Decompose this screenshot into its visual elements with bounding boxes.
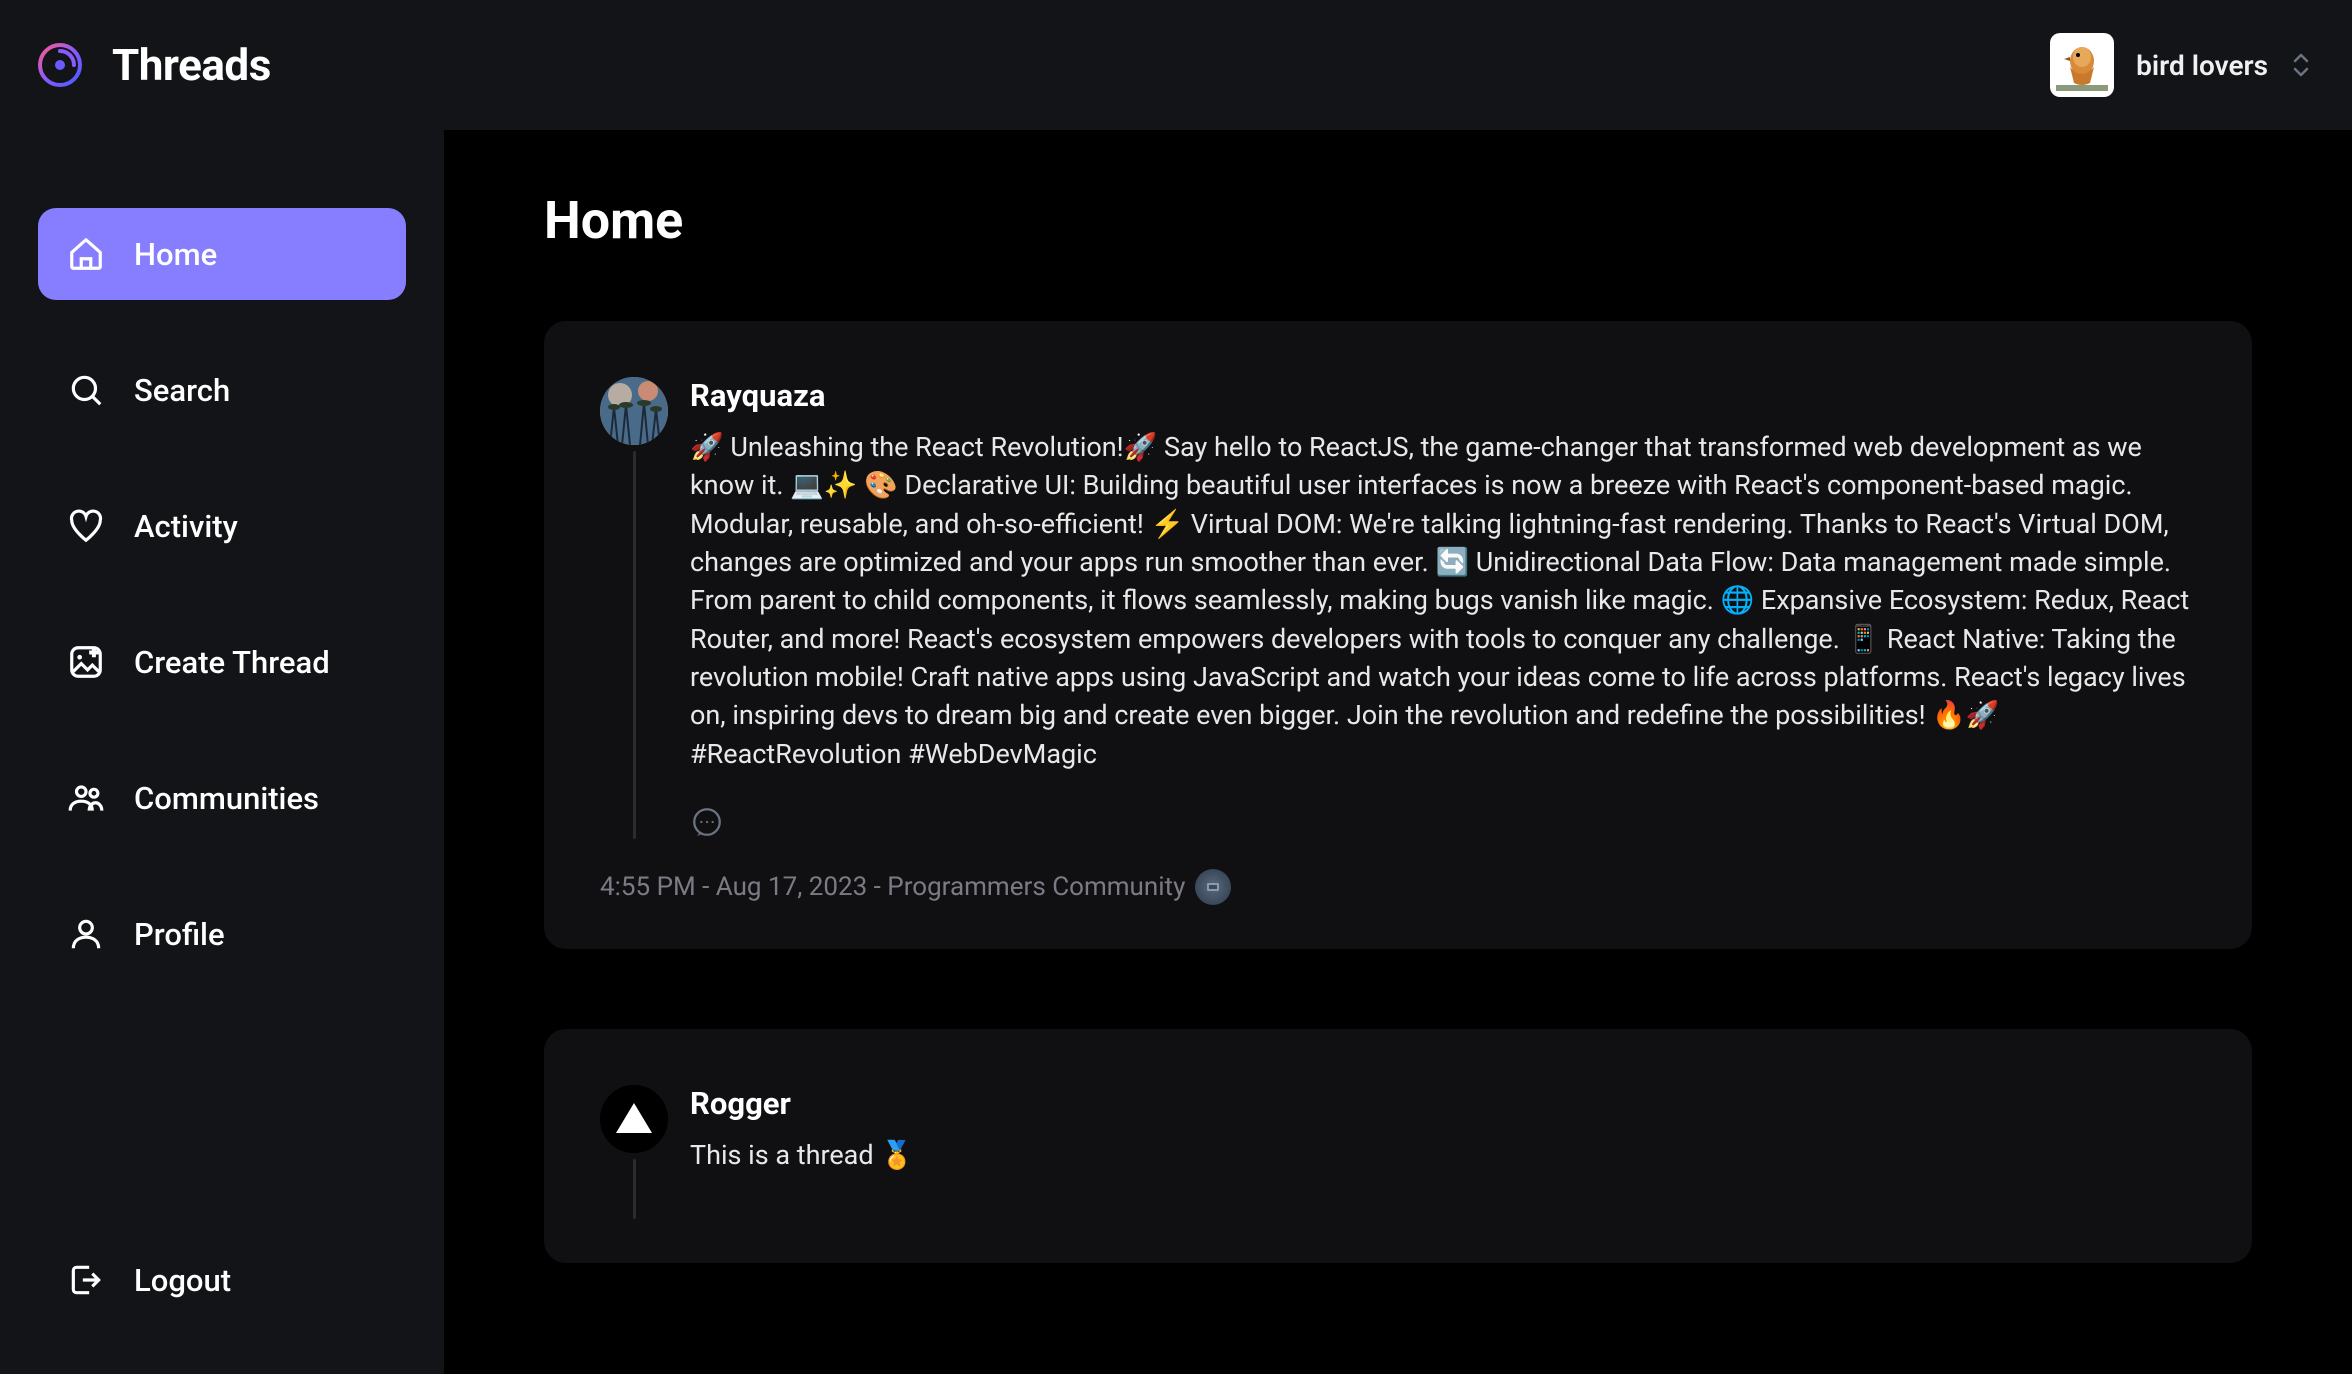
sidebar: Home Search Activity <box>0 130 444 1374</box>
topbar: Threads bird lovers <box>0 0 2352 130</box>
post-author[interactable]: Rayquaza <box>690 377 2196 414</box>
chevron-updown-icon <box>2290 51 2312 79</box>
brand[interactable]: Threads <box>36 39 271 91</box>
post-meta: 4:55 PM - Aug 17, 2023 - Programmers Com… <box>600 869 2196 905</box>
logout-icon <box>66 1260 106 1300</box>
community-badge-icon <box>1195 869 1231 905</box>
sidebar-item-communities[interactable]: Communities <box>38 752 406 844</box>
sidebar-item-label: Search <box>134 372 230 409</box>
sidebar-item-activity[interactable]: Activity <box>38 480 406 572</box>
post-meta-text: 4:55 PM - Aug 17, 2023 - Programmers Com… <box>600 872 1185 902</box>
sidebar-item-label: Home <box>134 236 217 273</box>
search-icon <box>66 370 106 410</box>
sidebar-item-label: Profile <box>134 916 225 953</box>
user-switcher[interactable]: bird lovers <box>2050 33 2312 97</box>
sidebar-item-label: Activity <box>134 508 238 545</box>
post-author[interactable]: Rogger <box>690 1085 2196 1122</box>
profile-icon <box>66 914 106 954</box>
thread-line <box>633 1159 636 1219</box>
sidebar-item-home[interactable]: Home <box>38 208 406 300</box>
post-body: 🚀 Unleashing the React Revolution!🚀 Say … <box>690 428 2196 773</box>
sidebar-item-search[interactable]: Search <box>38 344 406 436</box>
nav: Home Search Activity <box>38 208 406 1234</box>
sidebar-item-label: Logout <box>134 1262 231 1299</box>
thread-line <box>633 451 636 839</box>
page-title: Home <box>544 190 2252 251</box>
post-avatar[interactable] <box>600 377 668 445</box>
post: Rogger This is a thread 🏅 <box>544 1029 2252 1263</box>
sidebar-item-logout[interactable]: Logout <box>38 1234 406 1326</box>
reply-icon[interactable] <box>690 805 724 839</box>
post-avatar[interactable] <box>600 1085 668 1153</box>
home-icon <box>66 234 106 274</box>
heart-icon <box>66 506 106 546</box>
post: Rayquaza 🚀 Unleashing the React Revoluti… <box>544 321 2252 949</box>
sidebar-item-label: Create Thread <box>134 644 330 681</box>
sidebar-item-label: Communities <box>134 780 319 817</box>
communities-icon <box>66 778 106 818</box>
app-logo-icon <box>36 41 84 89</box>
sidebar-item-create-thread[interactable]: Create Thread <box>38 616 406 708</box>
create-icon <box>66 642 106 682</box>
sidebar-item-profile[interactable]: Profile <box>38 888 406 980</box>
app-title: Threads <box>112 39 271 91</box>
feed: Rayquaza 🚀 Unleashing the React Revoluti… <box>544 321 2252 1263</box>
user-name: bird lovers <box>2136 49 2268 82</box>
main-content: Home <box>444 130 2352 1374</box>
post-body: This is a thread 🏅 <box>690 1136 2196 1174</box>
user-avatar <box>2050 33 2114 97</box>
